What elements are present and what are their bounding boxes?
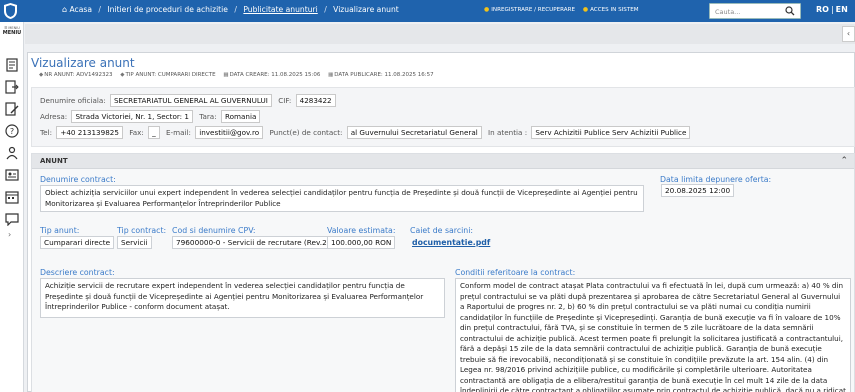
tara-label: Tara: xyxy=(199,112,217,121)
authority-row-2: Adresa: Strada Victoriei, Nr. 1, Sector:… xyxy=(40,110,264,123)
contact-value: al Guvernului Secretariatul General xyxy=(346,126,482,139)
lang-separator: | xyxy=(830,5,834,14)
document-export-icon[interactable] xyxy=(5,80,19,94)
conditii-contract-value: Conform model de contract atașat Plata c… xyxy=(455,278,851,392)
document-list-icon[interactable] xyxy=(5,58,19,72)
adresa-label: Adresa: xyxy=(40,112,68,121)
user-icon: ● xyxy=(484,6,490,13)
nr-anunt: NR ANUNT: ADV1492323 xyxy=(44,72,113,78)
atentia-label: In atentia : xyxy=(488,128,528,137)
adresa-value: Strada Victoriei, Nr. 1, Sector: 1 xyxy=(71,110,193,123)
tag-icon: ◆ xyxy=(39,72,44,78)
conditii-contract-label: Conditii referitoare la contract: xyxy=(455,268,576,277)
authority-row-1: Denumire oficiala: SECRETARIATUL GENERAL… xyxy=(40,94,340,107)
descriere-contract-label: Descriere contract: xyxy=(40,268,115,277)
chat-icon[interactable] xyxy=(5,212,19,226)
tip-anunt-value: Cumparari directe xyxy=(40,236,115,249)
breadcrumb-separator: / xyxy=(234,5,237,14)
tag-icon: ◆ xyxy=(120,72,125,78)
search-icon[interactable] xyxy=(785,6,795,16)
expand-sidebar-icon[interactable]: › xyxy=(8,230,11,239)
collapse-bar: ‹ xyxy=(25,24,855,44)
search-input[interactable]: Cauta... xyxy=(709,3,801,19)
anunt-section-title: ANUNT xyxy=(40,157,68,165)
email-label: E-mail: xyxy=(165,128,191,137)
gov-logo-icon[interactable] xyxy=(3,2,18,20)
lang-ro-link[interactable]: RO xyxy=(816,5,829,14)
tara-value: Romania xyxy=(220,110,261,123)
id-card-icon[interactable] xyxy=(5,168,19,182)
breadcrumb-publicitate[interactable]: Publicitate anunturi xyxy=(243,5,317,14)
cpv-value: 79600000-0 - Servicii de recrutare (Rev.… xyxy=(172,236,334,249)
breadcrumb-separator: / xyxy=(324,5,327,14)
denumire-contract-value: Obiect achiziția serviciilor unui expert… xyxy=(40,185,644,212)
calendar-icon[interactable] xyxy=(5,190,19,204)
data-creare: DATA CREARE: 11.08.2025 15:06 xyxy=(229,72,321,78)
fax-label: Fax: xyxy=(129,128,144,137)
tip-contract-value: Servicii xyxy=(117,236,152,249)
contact-label: Punct(e) de contact: xyxy=(269,128,343,137)
tip-anunt-label: Tip anunt: xyxy=(40,226,80,235)
menu-label: MENIU xyxy=(2,30,22,36)
anunt-section: ANUNT ⌃ Denumire contract: Obiect achizi… xyxy=(31,153,855,392)
breadcrumb-initieri[interactable]: Initieri de proceduri de achizitie xyxy=(107,5,228,14)
authority-row-3: Tel: +40 213139825 Fax: _ E-mail: invest… xyxy=(40,126,694,139)
valoare-estimata-value: 100.000,00 RON xyxy=(327,236,396,249)
announcement-meta: ◆NR ANUNT: ADV1492323 ◆TIP ANUNT: CUMPAR… xyxy=(39,72,440,78)
caiet-sarcini-link[interactable]: documentatie.pdf xyxy=(412,238,490,247)
page-title: Vizualizare anunt xyxy=(31,56,135,70)
search-placeholder: Cauta... xyxy=(715,8,741,16)
announcement-card: Vizualizare anunt ◆NR ANUNT: ADV1492323 … xyxy=(27,52,855,392)
cif-value: 4283422 xyxy=(295,94,336,107)
caiet-sarcini-label: Caiet de sarcini: xyxy=(410,226,474,235)
denumire-oficiala-label: Denumire oficiala: xyxy=(40,96,106,105)
anunt-section-header[interactable]: ANUNT ⌃ xyxy=(32,154,854,169)
descriere-contract-value: Achiziție servicii de recrutare expert i… xyxy=(40,278,445,318)
breadcrumb-current: Vizualizare anunt xyxy=(333,5,399,14)
register-link[interactable]: ● INREGISTRARE / RECUPERARE xyxy=(484,6,575,13)
cif-label: CIF: xyxy=(278,96,292,105)
sidebar: ☰ MENIU MENIU ? › xyxy=(0,22,24,392)
data-publicare: DATA PUBLICARE: 11.08.2025 16:57 xyxy=(334,72,434,78)
lock-icon: ● xyxy=(582,6,589,13)
cpv-label: Cod si denumire CPV: xyxy=(172,226,256,235)
login-link[interactable]: ● ACCES IN SISTEM xyxy=(582,6,639,13)
tip-contract-label: Tip contract: xyxy=(117,226,167,235)
email-value: investitii@gov.ro xyxy=(195,126,264,139)
tip-anunt-meta: TIP ANUNT: CUMPARARI DIRECTE xyxy=(125,72,216,78)
users-icon[interactable] xyxy=(5,146,19,160)
collapse-panel-icon[interactable]: ‹ xyxy=(842,26,855,42)
svg-text:?: ? xyxy=(10,127,14,136)
lang-en-link[interactable]: EN xyxy=(836,5,848,14)
breadcrumb: ⌂ Acasa / Initieri de proceduri de achiz… xyxy=(62,5,399,14)
menu-toggle[interactable]: ☰ MENIU MENIU xyxy=(0,26,24,36)
denumire-contract-label: Denumire contract: xyxy=(40,175,116,184)
fax-value: _ xyxy=(148,126,160,139)
atentia-value: Serv Achizitii Publice Serv Achizitii Pu… xyxy=(531,126,691,139)
home-icon[interactable]: ⌂ xyxy=(62,5,67,14)
language-switch: RO | EN xyxy=(816,5,848,14)
tel-label: Tel: xyxy=(40,128,53,137)
data-limita-value: 20.08.2025 12:00 xyxy=(661,184,735,197)
authority-info: Denumire oficiala: SECRETARIATUL GENERAL… xyxy=(31,87,855,147)
top-navbar: ⌂ Acasa / Initieri de proceduri de achiz… xyxy=(0,0,855,22)
account-links: ● INREGISTRARE / RECUPERARE ● ACCES IN SIS… xyxy=(484,6,645,13)
calendar-small-icon: ▦ xyxy=(328,72,334,78)
denumire-oficiala-value: SECRETARIATUL GENERAL AL GUVERNULUI xyxy=(109,94,272,107)
calendar-small-icon: ▦ xyxy=(223,72,229,78)
breadcrumb-home[interactable]: Acasa xyxy=(70,5,93,14)
chevron-up-icon[interactable]: ⌃ xyxy=(840,156,848,166)
breadcrumb-separator: / xyxy=(98,5,101,14)
data-limita-label: Data limita depunere oferta: xyxy=(660,175,772,184)
document-edit-icon[interactable] xyxy=(5,102,19,116)
tel-value: +40 213139825 xyxy=(56,126,123,139)
valoare-estimata-label: Valoare estimata: xyxy=(327,226,396,235)
help-icon[interactable]: ? xyxy=(5,124,19,138)
